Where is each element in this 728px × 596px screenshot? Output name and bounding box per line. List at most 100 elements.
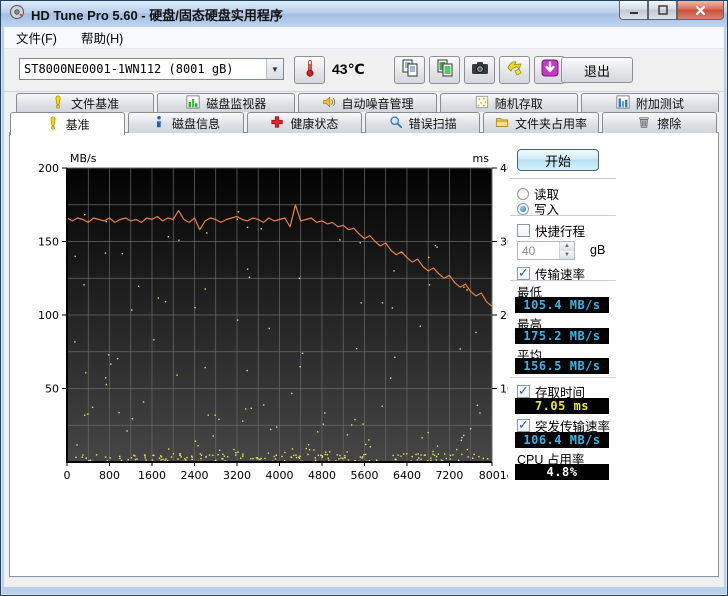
svg-text:50: 50 [45,383,59,396]
short-stroke-label: 快捷行程 [535,225,586,239]
svg-text:7200: 7200 [435,469,463,482]
speaker-icon [322,95,336,112]
svg-text:ms: ms [473,152,490,165]
checkbox-icon[interactable] [517,265,530,281]
window-controls [619,1,724,20]
arrow-up-icon[interactable]: ▲ [560,242,574,251]
close-button[interactable] [677,1,724,20]
tab-擦除[interactable]: 擦除 [601,112,717,133]
tab-磁盘信息[interactable]: 磁盘信息 [128,112,244,133]
radio-read-circle[interactable] [517,187,529,200]
tab-label: 错误扫描 [408,116,457,131]
tab-label: 文件夹占用率 [514,116,587,131]
svg-text:1600: 1600 [138,469,166,482]
svg-text:100: 100 [38,309,59,322]
checkbox-icon[interactable] [517,383,530,399]
app-window: HD Tune Pro 5.60 - 硬盘/固态硬盘实用程序 文件(F) 帮助(… [0,0,728,596]
checkbox-icon[interactable] [517,417,530,433]
save-icon [505,58,525,83]
svg-text:150: 150 [38,236,59,249]
cpu-usage-value: 4.8% [515,464,609,480]
short-stroke-checkbox[interactable]: 快捷行程 [517,221,585,240]
maximize-button[interactable] [648,1,677,20]
menu-file[interactable]: 文件(F) [4,25,69,50]
svg-text:MB/s: MB/s [70,152,97,165]
tab-label: 擦除 [657,116,682,131]
trash-icon [637,115,651,132]
download-icon [540,58,560,83]
checkbox-icon[interactable] [517,224,530,237]
dots-icon [475,95,489,112]
health-icon [270,115,284,132]
start-button[interactable]: 开始 [517,149,599,171]
svg-text:8001gB: 8001gB [479,469,508,482]
burst-rate-value: 106.4 MB/s [515,432,609,448]
svg-text:4800: 4800 [308,469,336,482]
thermometer-icon [300,58,320,83]
tab-label: 健康状态 [290,116,339,131]
min-value: 105.4 MB/s [515,297,609,313]
camera-icon [470,58,490,83]
radio-write-circle[interactable] [517,202,529,215]
chevron-down-icon[interactable]: ▼ [266,59,283,79]
svg-text:0: 0 [64,469,71,482]
transfer-rate-plot: 50 100 150 200 MB/s 10 20 30 40 ms 0 800 1600 2400 320… [38,152,521,482]
svg-text:4000: 4000 [265,469,293,482]
blue-chart-icon [616,94,630,112]
folder-icon [495,115,509,132]
window-title: HD Tune Pro 5.60 - 硬盘/固态硬盘实用程序 [31,7,283,23]
tab-label: 文件基准 [71,96,120,111]
minimize-button[interactable] [619,1,648,20]
tab-row-secondary: 文件基准 磁盘监视器 自动噪音管理 随机存取 附加测试 [16,93,722,112]
menu-help[interactable]: 帮助(H) [69,25,135,50]
copy-text-button[interactable] [394,56,425,84]
exit-button[interactable]: 退出 [561,57,633,83]
info-icon [152,115,166,132]
tab-随机存取[interactable]: 随机存取 [439,93,578,112]
tab-附加测试[interactable]: 附加测试 [580,93,720,112]
tab-label: 附加测试 [635,96,684,111]
svg-text:200: 200 [38,162,59,175]
tab-错误扫描[interactable]: 错误扫描 [364,112,481,133]
copy-image-icon [435,58,455,83]
svg-text:40: 40 [500,162,508,175]
drive-select-value: ST8000NE0001-1WN112 (8001 gB) [24,62,234,76]
benchmark-chart: 50 100 150 200 MB/s 10 20 30 40 ms 0 800 1600 2400 320… [30,149,521,484]
title-bar[interactable]: HD Tune Pro 5.60 - 硬盘/固态硬盘实用程序 [1,1,727,27]
divider [510,280,616,281]
avg-value: 156.5 MB/s [515,358,609,374]
short-stroke-size-stepper[interactable]: 40 ▲ ▼ [517,241,575,260]
tab-健康状态[interactable]: 健康状态 [246,112,362,133]
arrow-down-icon[interactable]: ▼ [560,250,574,259]
copy-text-icon [400,58,420,83]
tab-文件夹占用率[interactable]: 文件夹占用率 [483,112,599,133]
tab-文件基准[interactable]: 文件基准 [16,93,155,112]
svg-text:800: 800 [99,469,120,482]
tab-label: 自动噪音管理 [341,96,414,111]
tab-磁盘监视器[interactable]: 磁盘监视器 [157,93,296,112]
menu-bar: 文件(F) 帮助(H) [4,27,724,49]
temperature-button[interactable] [294,56,325,84]
save-button[interactable] [499,56,530,84]
max-value: 175.2 MB/s [515,328,609,344]
stepper-arrows[interactable]: ▲ ▼ [559,242,574,259]
benchmark-tab-page: 50 100 150 200 MB/s 10 20 30 40 ms 0 800 1600 2400 320… [9,132,719,577]
copy-image-button[interactable] [429,56,460,84]
divider [510,377,616,378]
tab-自动噪音管理[interactable]: 自动噪音管理 [298,93,437,112]
stepper-value: 40 [522,244,536,258]
svg-text:10: 10 [500,383,508,396]
tab-label: 随机存取 [494,96,543,111]
svg-text:5600: 5600 [350,469,378,482]
svg-text:2400: 2400 [180,469,208,482]
app-icon [9,4,25,25]
exclamation-icon [46,116,60,133]
tab-label: 基准 [65,117,90,132]
svg-text:6400: 6400 [393,469,421,482]
camera-button[interactable] [464,56,495,84]
drive-select[interactable]: ST8000NE0001-1WN112 (8001 gB) ▼ [19,58,284,80]
exclamation-icon [51,95,65,112]
tab-基准[interactable]: 基准 [10,112,126,135]
svg-text:20: 20 [500,309,508,322]
tab-label: 磁盘监视器 [206,96,267,111]
